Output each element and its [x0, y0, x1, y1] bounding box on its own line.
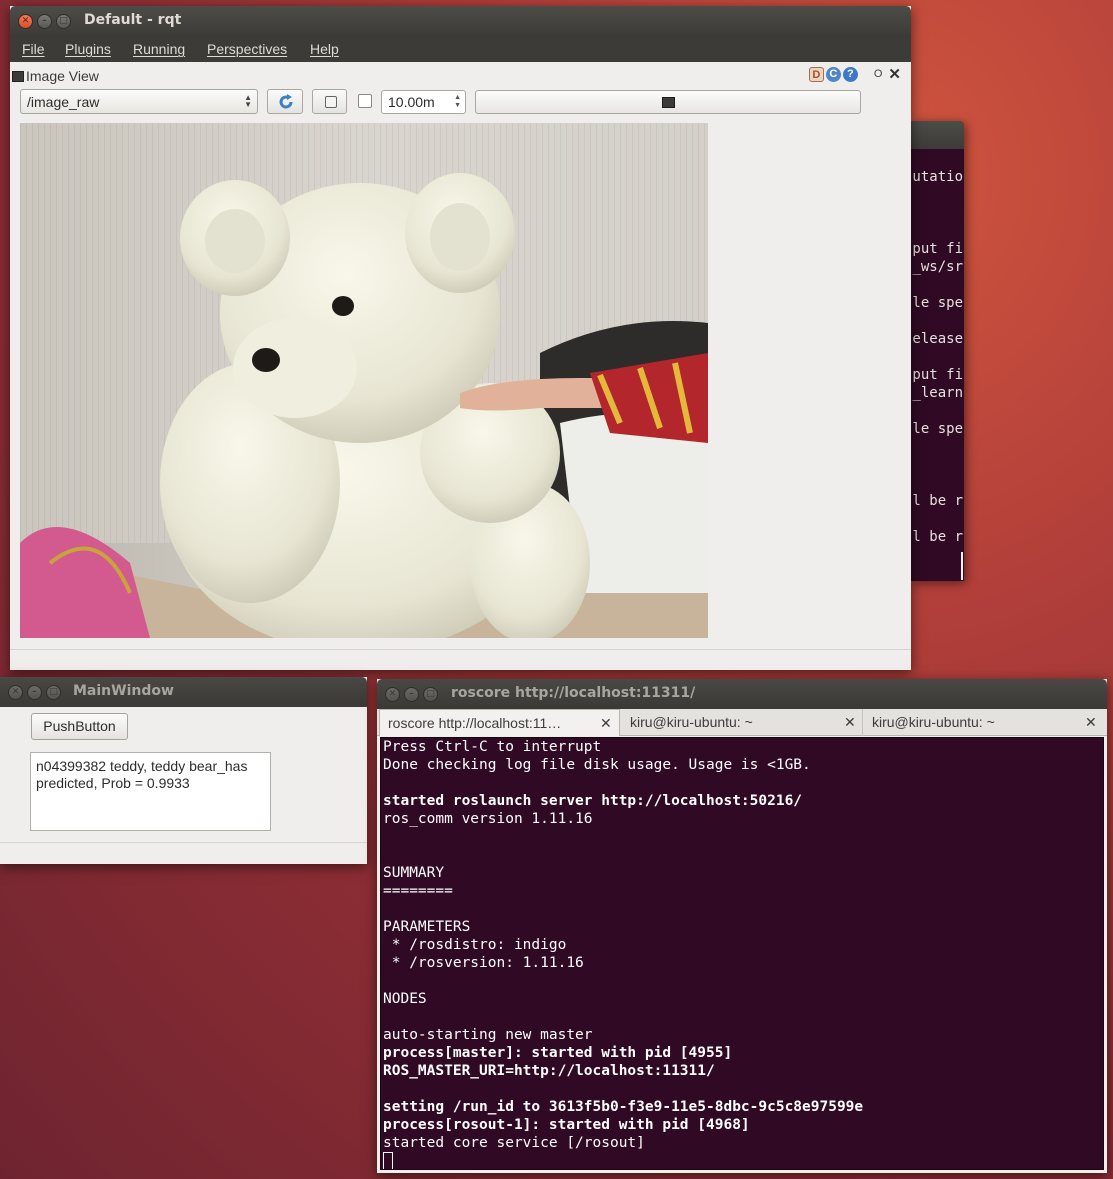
rqt-titlebar[interactable]: ✕ – □ Default - rqt — [10, 6, 911, 36]
refresh-icon — [279, 94, 293, 109]
window-title: Default - rqt — [84, 12, 182, 28]
slider-handle[interactable] — [662, 97, 675, 108]
spin-arrows-icon[interactable]: ▲ ▼ — [454, 94, 461, 110]
terminal-line: utatio — [912, 169, 963, 185]
plugin-title: Image View — [26, 68, 99, 84]
terminal-output[interactable]: Press Ctrl-C to interrupt Done checking l… — [380, 737, 1104, 1170]
minimize-window-icon[interactable]: – — [27, 685, 42, 700]
terminal-line: le spe — [912, 421, 963, 437]
menubar: File Plugins Running Perspectives Help — [10, 36, 911, 62]
terminal-line: Press Ctrl-C to interrupt — [383, 739, 602, 755]
menu-file[interactable]: File — [22, 41, 45, 57]
terminal-line: _ws/sr — [912, 259, 963, 275]
terminal-line: auto-starting new master — [383, 1027, 593, 1043]
terminal-line: process[rosout-1]: started with pid [496… — [383, 1117, 750, 1133]
terminal-line: * /rosdistro: indigo — [383, 937, 567, 953]
maximize-window-icon[interactable]: □ — [46, 685, 61, 700]
maximize-window-icon[interactable]: □ — [56, 14, 71, 29]
close-plugin-icon[interactable]: ✕ — [888, 67, 901, 82]
terminal-line: PARAMETERS — [383, 919, 471, 935]
rotation-spinbox[interactable]: 10.00m ▲ ▼ — [381, 90, 466, 114]
terminal-line: ROS_MASTER_URI=http://localhost:11311/ — [383, 1063, 715, 1079]
terminal-line: SUMMARY — [383, 865, 445, 881]
mainwindow-titlebar[interactable]: ✕ – □ MainWindow — [0, 677, 367, 707]
zoom-slider[interactable] — [475, 90, 861, 114]
push-button[interactable]: PushButton — [31, 713, 128, 740]
help-icon[interactable]: ? — [842, 67, 858, 82]
terminal-line: put fi — [912, 367, 963, 383]
tab-roscore[interactable]: roscore http://localhost:11… ✕ — [379, 709, 620, 736]
window-title: MainWindow — [73, 683, 174, 699]
save-image-button[interactable] — [312, 89, 347, 114]
terminal-line: started roslaunch server http://localhos… — [383, 793, 803, 809]
terminal-line: ros_comm version 1.11.16 — [383, 811, 593, 827]
teddy-bear-image — [20, 123, 708, 638]
close-window-icon[interactable]: ✕ — [385, 687, 400, 702]
plugin-header: Image View D C ? O ✕ — [10, 62, 911, 90]
reload-plugin-icon[interactable]: C — [825, 67, 841, 82]
menu-help[interactable]: Help — [310, 41, 339, 57]
status-bar — [10, 649, 911, 650]
prediction-output-box[interactable]: n04399382 teddy, teddy bear_has predicte… — [30, 752, 271, 831]
terminal-line: le spe — [912, 295, 963, 311]
minimize-window-icon[interactable]: – — [404, 687, 419, 702]
terminal-line: elease — [912, 331, 963, 347]
terminal-line: process[master]: started with pid [4955] — [383, 1045, 733, 1061]
smooth-scaling-checkbox[interactable] — [358, 94, 372, 108]
terminal-line: _learn — [912, 385, 963, 401]
terminal-line: l be r — [912, 529, 963, 545]
topic-select[interactable]: /image_raw ▲ ▼ — [20, 89, 258, 114]
terminal-line: l be r — [912, 493, 963, 509]
prediction-line: n04399382 teddy, teddy bear_has — [36, 758, 248, 774]
rqt-window: ✕ – □ Default - rqt File Plugins Running… — [10, 6, 911, 670]
save-icon — [325, 96, 337, 108]
terminal-titlebar[interactable]: ✕ – □ roscore http://localhost:11311/ — [377, 679, 1107, 709]
terminal-line: setting /run_id to 3613f5b0-f3e9-11e5-8d… — [383, 1099, 864, 1115]
maximize-window-icon[interactable]: □ — [423, 687, 438, 702]
terminal-line: * /rosversion: 1.11.16 — [383, 955, 584, 971]
close-window-icon[interactable]: ✕ — [18, 14, 33, 29]
plugin-window-icon — [12, 71, 24, 82]
terminal-line: ======== — [383, 883, 453, 899]
status-bar — [0, 842, 367, 843]
terminal-line: put fi — [912, 241, 963, 257]
topic-select-value: /image_raw — [27, 94, 100, 110]
chevron-updown-icon: ▲ ▼ — [244, 93, 252, 109]
terminal-cursor — [961, 552, 963, 580]
roscore-terminal-window: ✕ – □ roscore http://localhost:11311/ ro… — [377, 679, 1107, 1173]
minimize-plugin-icon[interactable]: O — [874, 67, 883, 82]
prediction-line: predicted, Prob = 0.9933 — [36, 775, 190, 791]
menu-plugins[interactable]: Plugins — [65, 41, 111, 57]
terminal-line: Done checking log file disk usage. Usage… — [383, 757, 811, 773]
tab-kiru-1[interactable]: kiru@kiru-ubuntu: ~ ✕ — [620, 709, 863, 736]
terminal-line: started core service [/rosout] — [383, 1135, 645, 1151]
terminal-cursor — [383, 1152, 393, 1169]
close-tab-icon[interactable]: ✕ — [844, 714, 856, 731]
mainwindow-window: ✕ – □ MainWindow PushButton n04399382 te… — [0, 677, 367, 864]
terminal-tabs: roscore http://localhost:11… ✕ kiru@kiru… — [377, 709, 1107, 736]
minimize-window-icon[interactable]: – — [37, 14, 52, 29]
close-tab-icon[interactable]: ✕ — [600, 715, 612, 732]
camera-image — [20, 123, 708, 638]
close-tab-icon[interactable]: ✕ — [1085, 714, 1097, 731]
terminal-line: NODES — [383, 991, 427, 1007]
docs-icon[interactable]: D — [808, 67, 824, 82]
menu-perspectives[interactable]: Perspectives — [207, 41, 287, 57]
refresh-topics-button[interactable] — [267, 89, 303, 114]
tab-kiru-2[interactable]: kiru@kiru-ubuntu: ~ ✕ — [863, 709, 1105, 736]
background-terminal-titlebar[interactable] — [911, 121, 964, 149]
close-window-icon[interactable]: ✕ — [8, 685, 23, 700]
menu-running[interactable]: Running — [133, 41, 185, 57]
window-title: roscore http://localhost:11311/ — [451, 685, 696, 701]
spinbox-value: 10.00m — [388, 94, 435, 110]
background-terminal-window[interactable]: utatio put fi _ws/srle spe elease put fi _lea… — [911, 121, 964, 581]
